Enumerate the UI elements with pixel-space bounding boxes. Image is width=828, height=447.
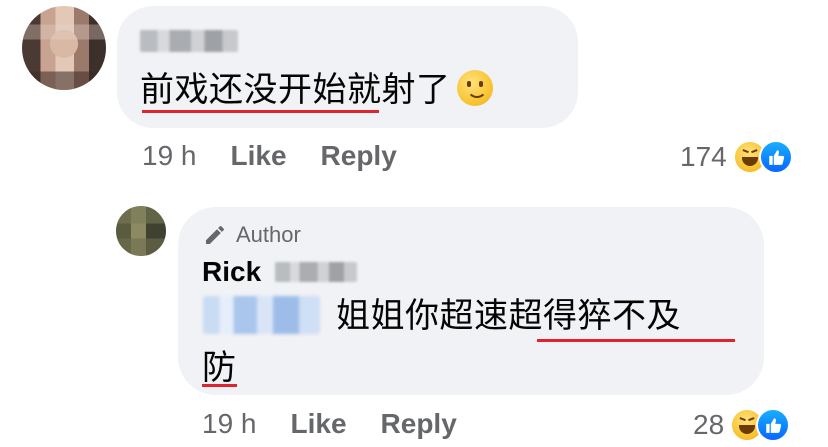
like-button[interactable]: Like — [291, 408, 347, 440]
reaction-icons — [732, 140, 799, 174]
reply-button[interactable]: Reply — [321, 140, 397, 172]
like-button[interactable]: Like — [231, 140, 287, 172]
commenter-avatar[interactable] — [22, 6, 106, 90]
comment-reactions[interactable]: 174 — [680, 140, 799, 174]
reply-text-line2: 防 — [202, 349, 237, 387]
red-underline — [537, 339, 735, 342]
comment-actions: 19 h Like Reply — [142, 140, 431, 172]
like-icon — [756, 408, 791, 442]
reply-button[interactable]: Reply — [381, 408, 457, 440]
comment-timestamp[interactable]: 19 h — [142, 140, 197, 172]
reply-text-underlined: 超得猝不及 — [508, 297, 681, 335]
reply-timestamp[interactable]: 19 h — [202, 408, 257, 440]
red-underline — [202, 384, 237, 387]
reaction-count: 28 — [693, 409, 725, 440]
reply-text-line1: 姐姐你超速超得猝不及 — [336, 296, 681, 336]
reaction-count: 174 — [680, 141, 727, 172]
comment-thread: 前戏还没开始就射了 19 h Like Reply 174 Author Ric… — [0, 0, 828, 447]
commenter-name-redacted[interactable] — [140, 30, 238, 52]
reaction-icons — [730, 408, 796, 442]
slightly-smiling-face-icon — [456, 70, 493, 106]
author-badge-label: Author — [236, 222, 301, 247]
comment-text-rest: 就射了 — [347, 71, 451, 109]
comment-text: 前戏还没开始就射了 — [140, 70, 493, 110]
like-icon — [758, 140, 793, 174]
reply-reactions[interactable]: 28 — [693, 408, 796, 442]
author-badge: Author — [202, 222, 301, 248]
mention-redacted[interactable] — [203, 296, 320, 334]
red-underline — [142, 110, 379, 113]
reply-author-name[interactable]: Rick — [202, 256, 261, 288]
reply-author-surname-redacted[interactable] — [275, 262, 357, 282]
reply-actions: 19 h Like Reply — [202, 408, 491, 440]
comment-text-underlined: 前戏还没开始 — [140, 71, 347, 109]
reply-author-avatar[interactable] — [116, 206, 166, 256]
reply-text-plain: 姐姐你超速 — [336, 297, 509, 335]
pencil-icon — [206, 226, 224, 244]
